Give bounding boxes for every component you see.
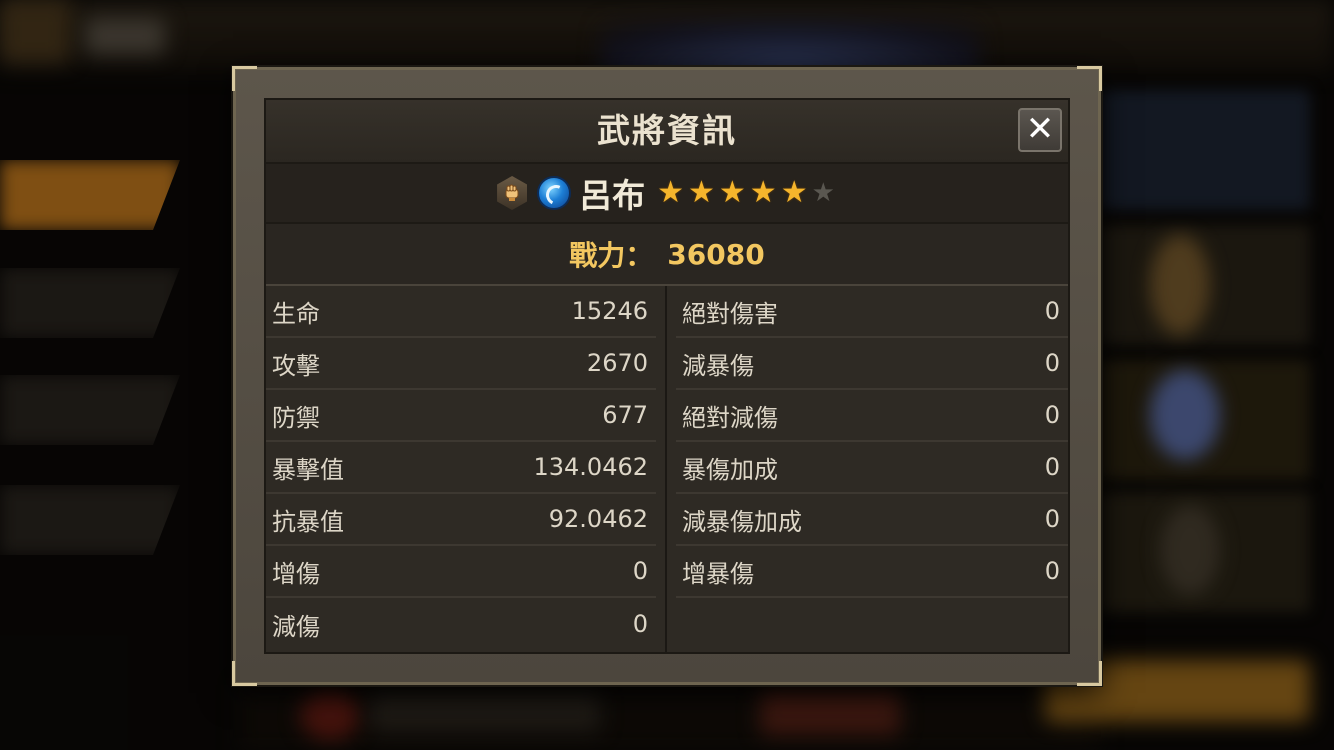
star-rating: ★ ★ ★ ★ ★ ★: [655, 178, 837, 208]
stats-column-left: 生命 15246 攻擊 2670 防禦 677 暴擊值 134.0462 抗暴值: [266, 286, 656, 652]
stat-row: 防禦 677: [266, 390, 656, 442]
water-icon: [537, 176, 572, 210]
stat-name: 防禦: [272, 403, 320, 432]
stat-name: 攻擊: [272, 351, 320, 380]
stat-row: 暴傷加成 0: [676, 442, 1068, 494]
stat-row: 絕對減傷 0: [676, 390, 1068, 442]
stat-value: 92.0462: [548, 505, 648, 533]
stat-value: 134.0462: [533, 453, 648, 481]
stat-row: 增傷 0: [266, 546, 656, 598]
star-icon: ★: [687, 175, 715, 210]
stat-value: 0: [1044, 297, 1060, 325]
stat-row: 減暴傷 0: [676, 338, 1068, 390]
stat-name: 暴擊值: [272, 455, 344, 484]
stat-row: 攻擊 2670: [266, 338, 656, 390]
hero-name: 呂布: [579, 176, 646, 215]
stat-value: 0: [1044, 557, 1060, 585]
stat-name: 減傷: [272, 612, 320, 641]
stat-row: 絕對傷害 0: [676, 286, 1068, 338]
title-bar: 武將資訊 ✕: [266, 100, 1068, 164]
stat-value: 677: [602, 401, 648, 429]
stat-value: 0: [1044, 401, 1060, 429]
stat-row: 暴擊值 134.0462: [266, 442, 656, 494]
frame-corner: [1077, 66, 1102, 91]
stat-name: 暴傷加成: [682, 455, 778, 484]
stat-name: 生命: [272, 299, 320, 328]
stat-name: 絕對傷害: [682, 299, 778, 328]
stat-value: 0: [632, 610, 648, 638]
stat-row: 增暴傷 0: [676, 546, 1068, 598]
fist-icon: [497, 176, 528, 210]
stat-row: 減傷 0: [266, 598, 656, 650]
dialog-body: 武將資訊 ✕ 呂布 ★ ★ ★ ★ ★ ★ 戰力： 36080 生命 15246…: [264, 98, 1070, 654]
star-icon: ★: [749, 175, 777, 210]
frame-corner: [1077, 661, 1102, 686]
stat-value: 0: [1044, 505, 1060, 533]
stat-name: 增暴傷: [682, 559, 754, 588]
stat-name: 絕對減傷: [682, 403, 778, 432]
stat-name: 增傷: [272, 559, 320, 588]
star-empty-icon: ★: [811, 178, 835, 208]
star-icon: ★: [718, 175, 746, 210]
close-icon: ✕: [1025, 109, 1055, 149]
hero-header: 呂布 ★ ★ ★ ★ ★ ★: [266, 164, 1068, 224]
stat-name: 減暴傷: [682, 351, 754, 380]
close-button[interactable]: ✕: [1018, 108, 1062, 152]
stat-name: 抗暴值: [272, 507, 344, 536]
power-value: 36080: [667, 237, 765, 271]
star-icon: ★: [657, 175, 684, 210]
stats-table: 生命 15246 攻擊 2670 防禦 677 暴擊值 134.0462 抗暴值: [266, 286, 1068, 652]
frame-corner: [232, 66, 257, 91]
star-icon: ★: [780, 175, 808, 210]
stat-value: 0: [1044, 453, 1060, 481]
hero-info-dialog: 武將資訊 ✕ 呂布 ★ ★ ★ ★ ★ ★ 戰力： 36080 生命 15246…: [232, 66, 1102, 686]
power-label: 戰力：: [569, 239, 654, 272]
frame-corner: [232, 661, 257, 686]
stat-row: 減暴傷加成 0: [676, 494, 1068, 546]
stats-column-right: 絕對傷害 0 減暴傷 0 絕對減傷 0 暴傷加成 0 減暴傷加成 0 增暴傷 0: [676, 286, 1068, 652]
stat-value: 0: [632, 557, 648, 585]
column-divider: [665, 286, 667, 652]
stat-row: 抗暴值 92.0462: [266, 494, 656, 546]
combat-power-bar: 戰力： 36080: [266, 224, 1068, 286]
stat-value: 0: [1044, 349, 1060, 377]
dialog-title: 武將資訊: [597, 111, 737, 150]
stat-name: 減暴傷加成: [682, 507, 802, 536]
stat-row: 生命 15246: [266, 286, 656, 338]
stat-value: 15246: [571, 297, 648, 325]
stat-value: 2670: [586, 349, 648, 377]
